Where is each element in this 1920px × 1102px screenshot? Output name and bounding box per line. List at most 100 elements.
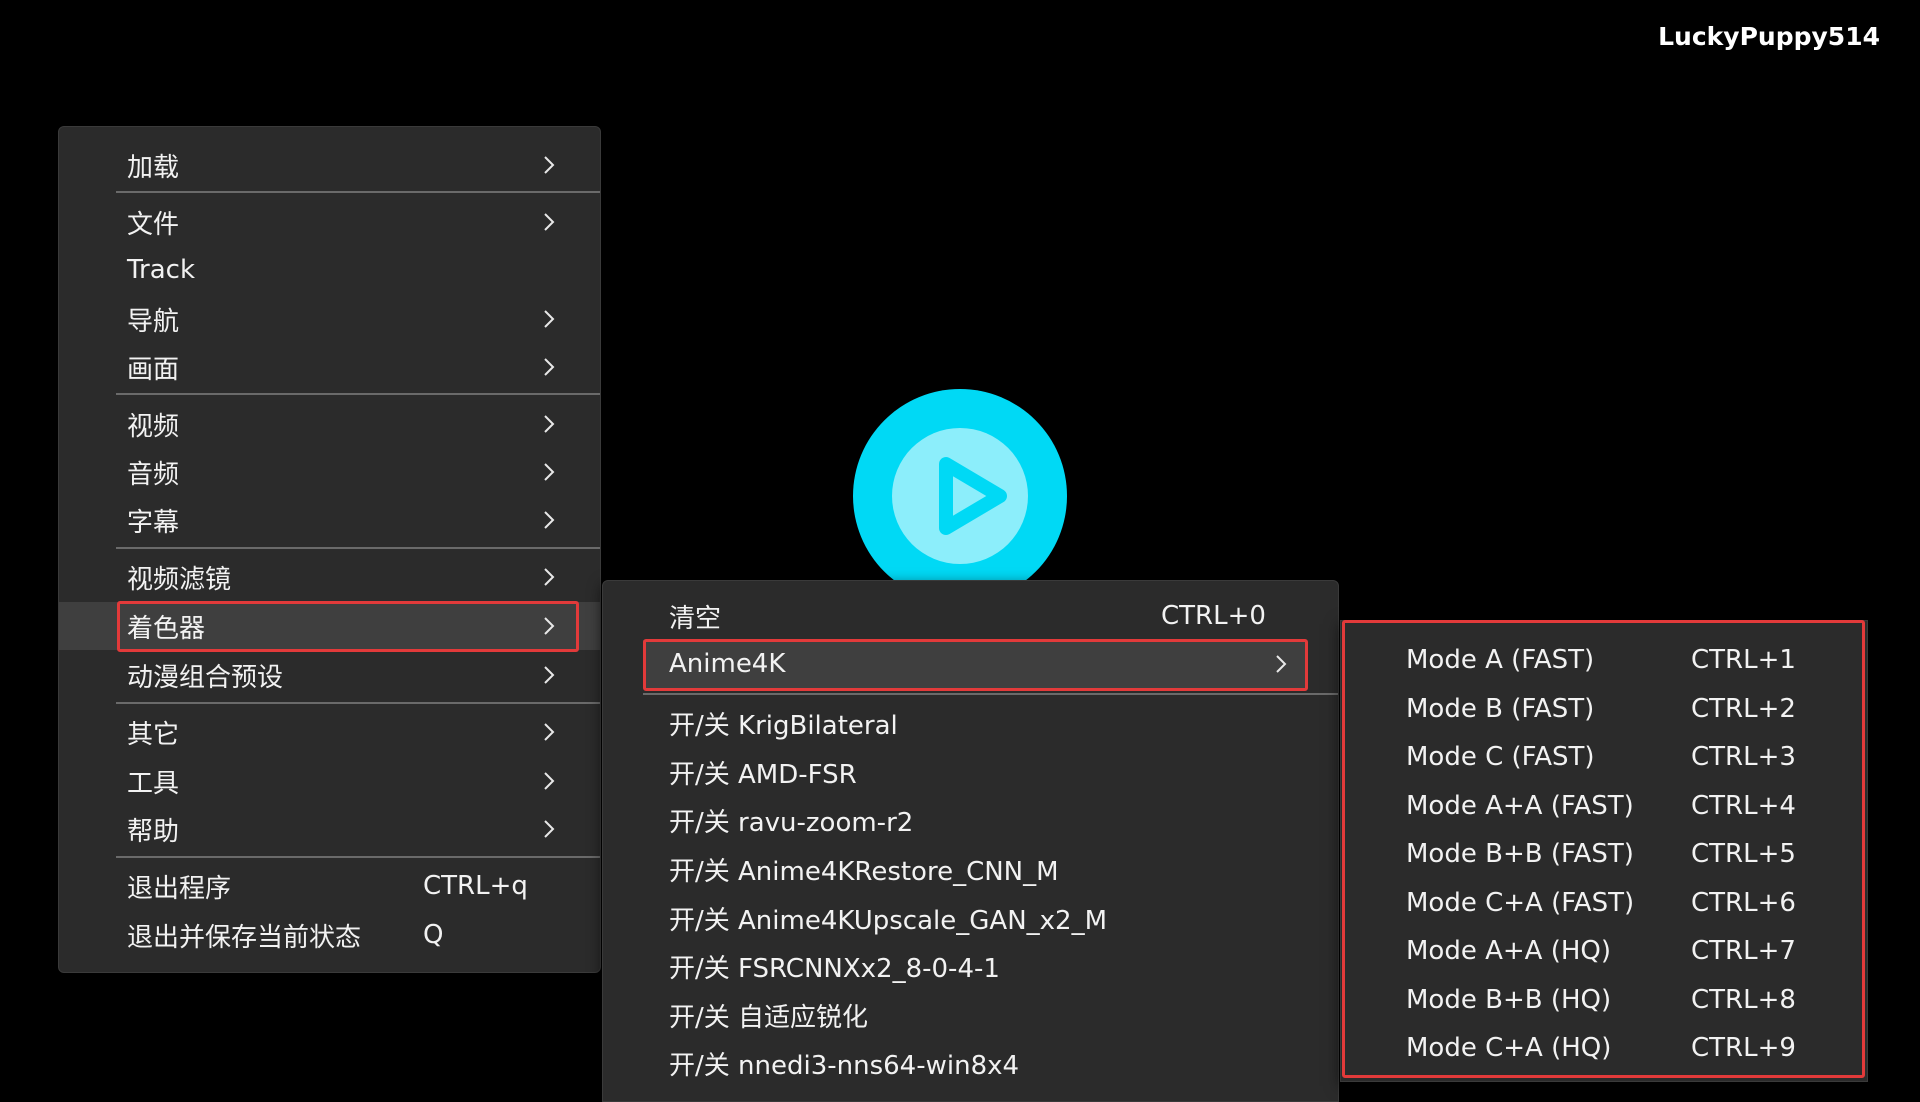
menu-item-picture[interactable]: 画面 [59, 343, 600, 391]
menu-separator [116, 393, 600, 395]
shader-item-adaptive-sharpen[interactable]: 开/关 自适应锐化 [603, 991, 1338, 1039]
menu-item-label: 画面 [127, 354, 180, 385]
anime4k-item-mode-b-fast[interactable]: Mode B (FAST) CTRL+2 [1341, 685, 1867, 733]
menu-item-file[interactable]: 文件 [59, 198, 600, 246]
anime4k-item-mode-ca-fast[interactable]: Mode C+A (FAST) CTRL+6 [1341, 879, 1867, 927]
chevron-right-icon [544, 568, 555, 586]
menu-item-label: 开/关 FSRCNNXx2_8-0-4-1 [669, 953, 1000, 984]
menu-item-label: 退出并保存当前状态 [127, 922, 362, 953]
menu-item-audio[interactable]: 音频 [59, 448, 600, 496]
chevron-right-icon [544, 617, 555, 635]
menu-item-label: Mode A+A (FAST) [1406, 791, 1634, 821]
menu-item-label: Mode A (FAST) [1406, 645, 1595, 675]
menu-separator [116, 547, 600, 549]
menu-item-label: 音频 [127, 459, 180, 490]
chevron-right-icon [1276, 655, 1287, 673]
menu-separator [643, 693, 1338, 695]
menu-item-shortcut: CTRL+1 [1691, 645, 1796, 675]
chevron-right-icon [544, 415, 555, 433]
menu-item-video[interactable]: 视频 [59, 400, 600, 448]
shader-item-krigbilateral[interactable]: 开/关 KrigBilateral [603, 699, 1338, 747]
chevron-right-icon [544, 310, 555, 328]
menu-item-label: 视频滤镜 [127, 564, 232, 595]
anime4k-item-mode-bb-fast[interactable]: Mode B+B (FAST) CTRL+5 [1341, 830, 1867, 878]
menu-item-label: 文件 [127, 209, 180, 240]
menu-item-label: 开/关 自适应锐化 [669, 1002, 869, 1033]
menu-item-label: 开/关 ravu-zoom-r2 [669, 807, 914, 838]
menu-item-navigation[interactable]: 导航 [59, 295, 600, 343]
menu-item-anime-presets[interactable]: 动漫组合预设 [59, 651, 600, 699]
shader-item-fsrcnnx[interactable]: 开/关 FSRCNNXx2_8-0-4-1 [603, 942, 1338, 990]
menu-item-label: Mode A+A (HQ) [1406, 936, 1612, 966]
menu-item-subtitles[interactable]: 字幕 [59, 496, 600, 544]
menu-item-label: 视频 [127, 411, 180, 442]
menu-item-label: 开/关 KrigBilateral [669, 710, 898, 741]
menu-item-quit[interactable]: 退出程序 CTRL+q [59, 862, 600, 910]
watermark: LuckyPuppy514 [1658, 22, 1880, 51]
menu-item-label: Anime4K [669, 649, 786, 679]
anime4k-item-mode-bb-hq[interactable]: Mode B+B (HQ) CTRL+8 [1341, 976, 1867, 1024]
anime4k-item-mode-aa-fast[interactable]: Mode A+A (FAST) CTRL+4 [1341, 782, 1867, 830]
anime4k-submenu: Mode A (FAST) CTRL+1 Mode B (FAST) CTRL+… [1340, 620, 1868, 1082]
menu-item-label: 动漫组合预设 [127, 662, 284, 693]
menu-item-shortcut: CTRL+7 [1691, 936, 1796, 966]
menu-item-load[interactable]: 加载 [59, 141, 600, 189]
menu-item-video-filters[interactable]: 视频滤镜 [59, 553, 600, 601]
chevron-right-icon [544, 820, 555, 838]
menu-item-label: 加载 [127, 152, 180, 183]
menu-item-shaders[interactable]: 着色器 [59, 602, 600, 650]
menu-item-label: Mode C+A (FAST) [1406, 888, 1635, 918]
chevron-right-icon [544, 723, 555, 741]
chevron-right-icon [544, 358, 555, 376]
menu-item-shortcut: CTRL+3 [1691, 742, 1796, 772]
menu-item-label: Mode B (FAST) [1406, 694, 1595, 724]
anime4k-item-mode-a-fast[interactable]: Mode A (FAST) CTRL+1 [1341, 636, 1867, 684]
shader-item-anime4k[interactable]: Anime4K [643, 640, 1306, 688]
menu-item-shortcut: CTRL+6 [1691, 888, 1796, 918]
play-button[interactable] [853, 389, 1067, 603]
anime4k-item-mode-aa-hq[interactable]: Mode A+A (HQ) CTRL+7 [1341, 927, 1867, 975]
anime4k-item-mode-ca-hq[interactable]: Mode C+A (HQ) CTRL+9 [1341, 1024, 1867, 1072]
menu-item-shortcut: CTRL+2 [1691, 694, 1796, 724]
menu-item-label: 工具 [127, 768, 180, 799]
menu-item-quit-save[interactable]: 退出并保存当前状态 Q [59, 911, 600, 959]
shader-item-amd-fsr[interactable]: 开/关 AMD-FSR [603, 748, 1338, 796]
shader-item-clear[interactable]: 清空 CTRL+0 [603, 592, 1338, 640]
menu-item-shortcut: CTRL+q [423, 871, 528, 901]
menu-item-tools[interactable]: 工具 [59, 757, 600, 805]
anime4k-item-mode-c-fast[interactable]: Mode C (FAST) CTRL+3 [1341, 733, 1867, 781]
chevron-right-icon [544, 463, 555, 481]
menu-item-help[interactable]: 帮助 [59, 805, 600, 853]
shader-submenu: 清空 CTRL+0 Anime4K 开/关 KrigBilateral 开/关 … [602, 580, 1339, 1102]
menu-item-label: 开/关 AMD-FSR [669, 759, 857, 790]
menu-item-label: 清空 [669, 603, 722, 634]
menu-item-label: 字幕 [127, 507, 180, 538]
menu-item-other[interactable]: 其它 [59, 708, 600, 756]
menu-item-shortcut: CTRL+5 [1691, 839, 1796, 869]
menu-item-shortcut: CTRL+9 [1691, 1033, 1796, 1063]
shader-item-ravu[interactable]: 开/关 ravu-zoom-r2 [603, 796, 1338, 844]
chevron-right-icon [544, 772, 555, 790]
menu-separator [116, 191, 600, 193]
chevron-right-icon [544, 213, 555, 231]
shader-item-restore-cnn[interactable]: 开/关 Anime4KRestore_CNN_M [603, 845, 1338, 893]
menu-item-label: 退出程序 [127, 873, 232, 904]
shader-item-upscale-gan[interactable]: 开/关 Anime4KUpscale_GAN_x2_M [603, 894, 1338, 942]
menu-item-label: 导航 [127, 306, 180, 337]
menu-separator [116, 856, 600, 858]
menu-item-shortcut: Q [423, 920, 444, 950]
play-icon [939, 457, 1007, 535]
menu-item-shortcut: CTRL+0 [1161, 601, 1266, 631]
menu-item-label: 帮助 [127, 816, 180, 847]
chevron-right-icon [544, 156, 555, 174]
main-context-menu: 加载 文件 Track 导航 画面 视频 音频 字幕 视频滤镜 着色器 动漫组合 [58, 126, 601, 973]
menu-separator [116, 702, 600, 704]
menu-item-label: 着色器 [127, 613, 206, 644]
menu-item-label: Mode C (FAST) [1406, 742, 1595, 772]
chevron-right-icon [544, 511, 555, 529]
chevron-right-icon [544, 666, 555, 684]
menu-item-track[interactable]: Track [59, 246, 600, 294]
menu-item-label: 开/关 Anime4KRestore_CNN_M [669, 856, 1059, 887]
menu-item-label: Track [127, 255, 196, 285]
menu-item-shortcut: CTRL+4 [1691, 791, 1796, 821]
